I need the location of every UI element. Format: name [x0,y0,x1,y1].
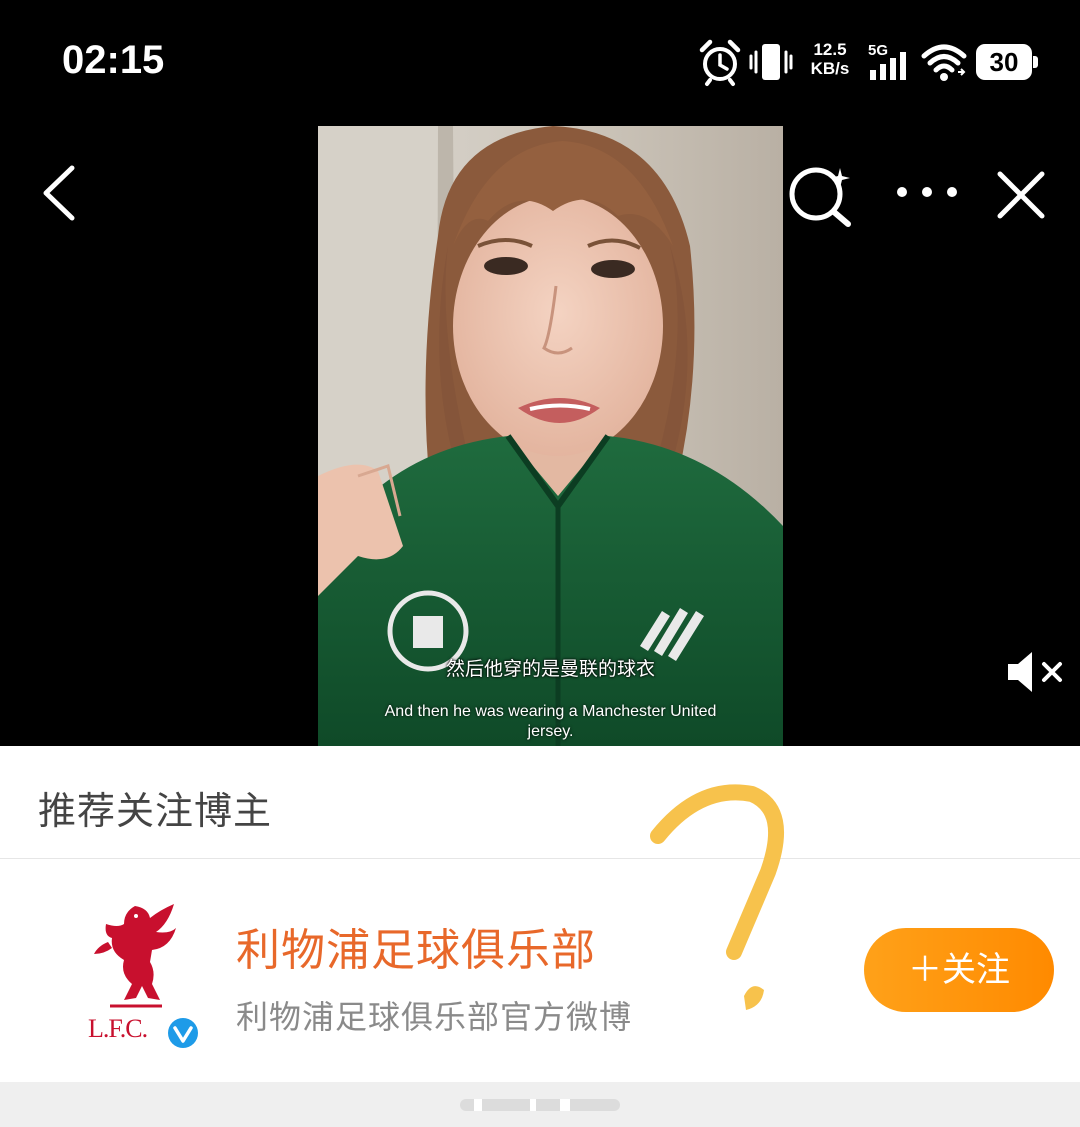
user-name[interactable]: 利物浦足球俱乐部 [236,914,596,978]
recommend-panel: 推荐关注博主 L.F.C. 利物浦足球俱乐部 利物浦足球俱乐部官方微博 ＋关注 [0,746,1080,1127]
video-image [318,126,783,746]
question-mark-annotation [650,784,784,1010]
more-icon[interactable] [892,182,962,202]
lfc-liverbird-logo [94,904,176,1008]
user-description: 利物浦足球俱乐部官方微博 [236,998,633,1036]
alarm-icon [699,39,741,86]
lfc-logo-text: L.F.C. [88,1014,148,1043]
close-icon[interactable] [994,168,1048,222]
avatar[interactable]: L.F.C. [78,902,208,1052]
follow-button[interactable]: ＋关注 [864,928,1054,1012]
net-speed-value: 12.5 [813,40,847,59]
video-frame[interactable]: 然后他穿的是曼联的球衣 And then he was wearing a Ma… [318,126,783,746]
home-indicator[interactable] [460,1098,620,1112]
net-speed-unit: KB/s [810,59,850,78]
subtitle-english: And then he was wearing a Manchester Uni… [384,703,717,740]
bottom-bar [0,1082,1080,1127]
subtitle-chinese: 然后他穿的是曼联的球衣 [445,658,655,680]
battery-icon: 30 [976,44,1038,80]
net-speed: 12.5 KB/s [806,40,854,78]
status-time: 02:15 [62,38,165,82]
battery-level: 30 [989,47,1019,77]
back-icon[interactable] [36,162,84,224]
recommend-title: 推荐关注博主 [38,789,273,833]
signal-icon [870,52,906,80]
divider [0,858,1080,859]
vibrate-icon [749,44,793,80]
status-bar: 02:15 12.5 KB/s 5G 30 [0,0,1080,120]
verified-badge-icon [165,1015,201,1051]
wifi-icon [921,44,967,81]
mute-icon[interactable] [1004,648,1066,696]
video-player[interactable]: 然后他穿的是曼联的球衣 And then he was wearing a Ma… [0,120,1080,746]
smart-search-icon[interactable] [786,162,856,228]
